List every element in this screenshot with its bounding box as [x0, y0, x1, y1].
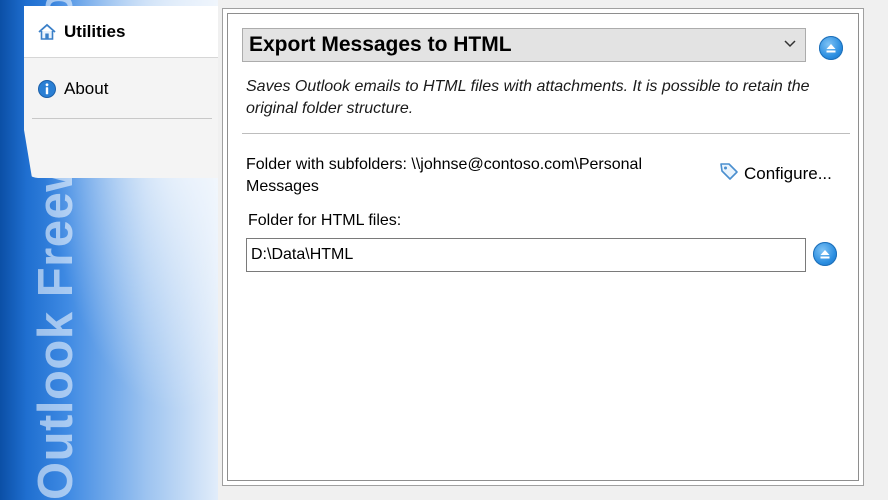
tab-utilities-label: Utilities: [64, 21, 126, 41]
tab-divider: [32, 118, 212, 119]
browse-html-folder-button[interactable]: [813, 242, 837, 266]
folder-with-subfolders-label: Folder with subfolders: \\johnse@contoso…: [246, 156, 642, 195]
configure-label: Configure...: [744, 163, 832, 183]
tab-about[interactable]: About: [24, 62, 224, 116]
action-select[interactable]: Export Messages to HTML: [242, 28, 806, 62]
collapse-button[interactable]: [819, 36, 843, 60]
main-panel-outer: Export Messages to HTML Saves Outlook em…: [222, 8, 864, 486]
main-panel: Export Messages to HTML Saves Outlook em…: [218, 0, 888, 500]
tab-panel: Utilities About: [24, 6, 224, 178]
tab-utilities[interactable]: Utilities: [24, 6, 224, 58]
action-description: Saves Outlook emails to HTML files with …: [246, 78, 810, 117]
html-folder-input[interactable]: [246, 238, 806, 272]
section-divider: [242, 133, 850, 134]
eject-icon: [820, 250, 830, 259]
chevron-down-icon: [783, 36, 797, 53]
eject-icon: [826, 44, 836, 53]
html-folder-label: Folder for HTML files:: [248, 212, 402, 229]
configure-button[interactable]: Configure...: [718, 160, 832, 187]
main-panel-inner: Export Messages to HTML Saves Outlook em…: [227, 13, 859, 481]
action-select-value: Export Messages to HTML: [249, 33, 512, 56]
info-icon: [36, 78, 58, 100]
home-icon: [36, 21, 58, 43]
tag-icon: [718, 160, 740, 187]
tab-about-label: About: [64, 79, 109, 98]
